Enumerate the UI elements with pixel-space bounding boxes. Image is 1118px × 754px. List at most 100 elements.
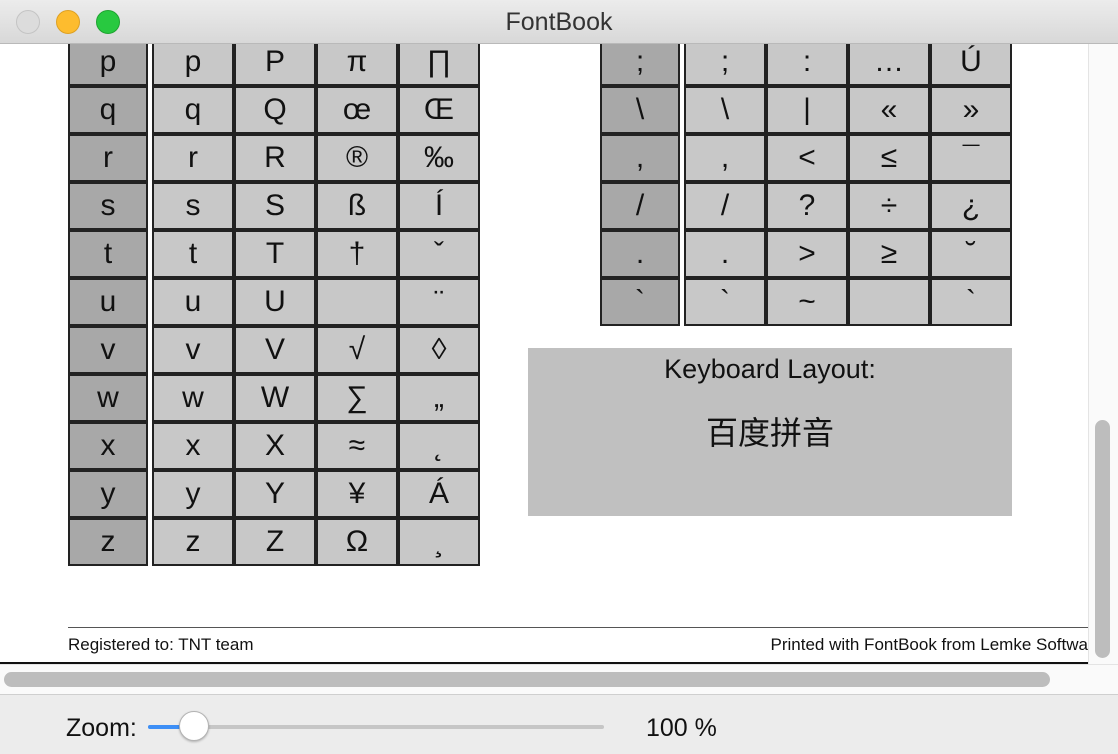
glyph-cell: ÷ [848,182,930,230]
glyph-cell [848,278,930,326]
left_table-row: x x X ≈ ˛ [68,422,480,470]
glyph-cell: Á [398,470,480,518]
key-label-cell: s [68,182,148,230]
glyph-cell: ˘ [930,230,1012,278]
zoom-bar [0,694,1118,754]
glyph-cell: « [848,86,930,134]
glyph-cell: S [234,182,316,230]
glyph-cell: Q [234,86,316,134]
glyph-cell: u [152,278,234,326]
key-label-cell: y [68,470,148,518]
keyboard-layout-value: 百度拼音 [705,415,834,451]
key-label-cell: x [68,422,148,470]
glyph-cell: ¸ [398,518,480,566]
character-table-left: p p Pπ ∏ q q Qœ Œr r R ® ‰ s s Sß Ít t T † ˇ u u U ¨ v v V √ ◊ w w W ∑ „ x… [68,44,480,566]
zoom-label: Zoom: [66,714,137,742]
right_table-row: ;;:… Ú [600,44,1012,86]
footer-divider [68,627,1088,628]
key-label-cell: / [600,182,680,230]
left_table-row: z z Z Ω ¸ [68,518,480,566]
key-label-cell: ; [600,44,680,86]
glyph-cell: Z [234,518,316,566]
horizontal-scroll-thumb[interactable] [4,672,1050,687]
left_table-row: v v V √ ◊ [68,326,480,374]
character-table-right: ;;:… Ú \ \ | «»,, < ≤ ¯ / /? ÷ ¿.. > ≥ ˘ ` ` ~ ` [600,44,1012,326]
right_table-row: ,, < ≤ ¯ [600,134,1012,182]
glyph-cell: W [234,374,316,422]
glyph-cell: » [930,86,1012,134]
key-label-cell: w [68,374,148,422]
glyph-cell: ∑ [316,374,398,422]
glyph-cell: ≤ [848,134,930,182]
glyph-cell: √ [316,326,398,374]
glyph-cell: U [234,278,316,326]
glyph-cell: / [684,182,766,230]
glyph-cell: P [234,44,316,86]
glyph-cell: ˇ [398,230,480,278]
key-label-cell: t [68,230,148,278]
glyph-cell: r [152,134,234,182]
left_table-row: ssSßÍ [68,182,480,230]
glyph-cell: Y [234,470,316,518]
glyph-cell: z [152,518,234,566]
left_table-row: t t T † ˇ [68,230,480,278]
glyph-cell: | [766,86,848,134]
zoom-slider-track[interactable] [148,725,604,729]
key-label-cell: z [68,518,148,566]
registered-to-text: Registered to: TNT team [68,635,254,654]
printed-with-text: Printed with FontBook from Lemke Softwa [770,635,1088,654]
left_table-row: w w W ∑ „ [68,374,480,422]
glyph-cell: < [766,134,848,182]
left_table-row: qqQœŒ [68,86,480,134]
glyph-cell: ® [316,134,398,182]
right_table-row: .. > ≥ ˘ [600,230,1012,278]
glyph-cell: ◊ [398,326,480,374]
glyph-cell: Ú [930,44,1012,86]
glyph-cell: „ [398,374,480,422]
glyph-cell: ¯ [930,134,1012,182]
right_table-row: ` ` ~ ` [600,278,1012,326]
key-label-cell: p [68,44,148,86]
glyph-cell: ~ [766,278,848,326]
glyph-cell: \ [684,86,766,134]
glyph-cell: ≈ [316,422,398,470]
left_table-row: p p Pπ ∏ [68,44,480,86]
glyph-cell: > [766,230,848,278]
glyph-cell: ˛ [398,422,480,470]
glyph-cell: ; [684,44,766,86]
left_table-row: y y Y ¥ Á [68,470,480,518]
glyph-cell: ß [316,182,398,230]
zoom-slider-thumb[interactable] [178,711,209,741]
glyph-cell: t [152,230,234,278]
key-label-cell: u [68,278,148,326]
glyph-cell: ∏ [398,44,480,86]
glyph-cell: R [234,134,316,182]
glyph-cell: x [152,422,234,470]
glyph-cell: † [316,230,398,278]
glyph-cell: ‰ [398,134,480,182]
glyph-cell: s [152,182,234,230]
glyph-cell: Í [398,182,480,230]
keyboard-layout-label: Keyboard Layout: [664,354,876,384]
glyph-cell: T [234,230,316,278]
vertical-scroll-thumb[interactable] [1095,420,1110,658]
right_table-row: \ \ | «» [600,86,1012,134]
key-label-cell: \ [600,86,680,134]
glyph-cell: . [684,230,766,278]
glyph-cell: q [152,86,234,134]
glyph-cell: π [316,44,398,86]
glyph-cell: , [684,134,766,182]
glyph-cell: ` [684,278,766,326]
key-label-cell: v [68,326,148,374]
glyph-cell: ≥ [848,230,930,278]
glyph-cell: œ [316,86,398,134]
glyph-cell: w [152,374,234,422]
glyph-cell: y [152,470,234,518]
glyph-cell: ¥ [316,470,398,518]
glyph-cell: ` [930,278,1012,326]
key-label-cell: , [600,134,680,182]
key-label-cell: q [68,86,148,134]
glyph-cell: V [234,326,316,374]
glyph-cell: v [152,326,234,374]
glyph-cell: : [766,44,848,86]
